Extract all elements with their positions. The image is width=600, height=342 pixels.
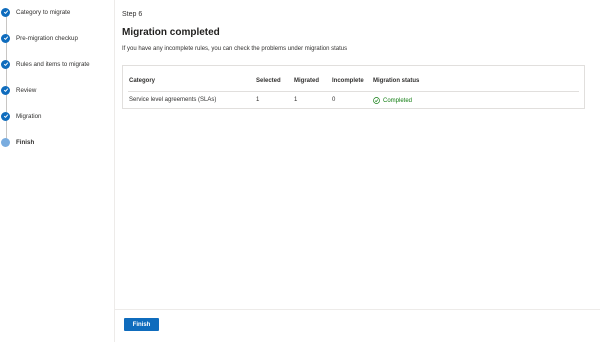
step-current-dot-icon <box>1 137 10 147</box>
page-subtitle: If you have any incomplete rules, you ca… <box>122 46 348 52</box>
cell-selected: 1 <box>256 97 260 103</box>
step-number: Step 6 <box>122 11 143 18</box>
step-migration[interactable]: Migration <box>1 110 41 122</box>
cell-category: Service level agreements (SLAs) <box>129 97 217 103</box>
step-complete-check-icon <box>1 59 10 69</box>
step-complete-check-icon <box>1 7 10 17</box>
page-title: Migration completed <box>122 27 220 38</box>
column-header-selected[interactable]: Selected <box>256 78 281 84</box>
step-finish[interactable]: Finish <box>1 136 34 148</box>
column-header-migrated[interactable]: Migrated <box>294 78 319 84</box>
column-header-migration-status[interactable]: Migration status <box>373 78 419 84</box>
step-complete-check-icon <box>1 111 10 121</box>
step-complete-check-icon <box>1 85 10 95</box>
footer-divider <box>115 309 600 310</box>
column-header-category[interactable]: Category <box>129 78 155 84</box>
step-rules-and-items[interactable]: Rules and items to migrate <box>1 58 90 70</box>
step-label: Rules and items to migrate <box>16 60 90 68</box>
step-category-to-migrate[interactable]: Category to migrate <box>1 6 70 18</box>
step-label: Pre-migration checkup <box>16 34 78 42</box>
cell-migrated: 1 <box>294 97 298 103</box>
step-label: Category to migrate <box>16 8 71 16</box>
step-label: Review <box>16 86 37 94</box>
stepper-sidebar: Category to migrate Pre-migration checku… <box>0 0 115 342</box>
cell-migration-status: Completed <box>373 97 412 104</box>
column-header-incomplete[interactable]: Incomplete <box>332 78 364 84</box>
step-label: Migration <box>16 112 42 120</box>
step-label: Finish <box>16 138 35 146</box>
header-divider <box>128 91 579 92</box>
status-text: Completed <box>383 97 413 104</box>
migration-results-table: Category Selected Migrated Incomplete Mi… <box>122 65 585 109</box>
finish-button[interactable]: Finish <box>124 318 159 331</box>
step-pre-migration-checkup[interactable]: Pre-migration checkup <box>1 32 78 44</box>
step-complete-check-icon <box>1 33 10 43</box>
check-circle-icon <box>373 97 380 104</box>
step-review[interactable]: Review <box>1 84 36 96</box>
cell-incomplete: 0 <box>332 97 336 103</box>
